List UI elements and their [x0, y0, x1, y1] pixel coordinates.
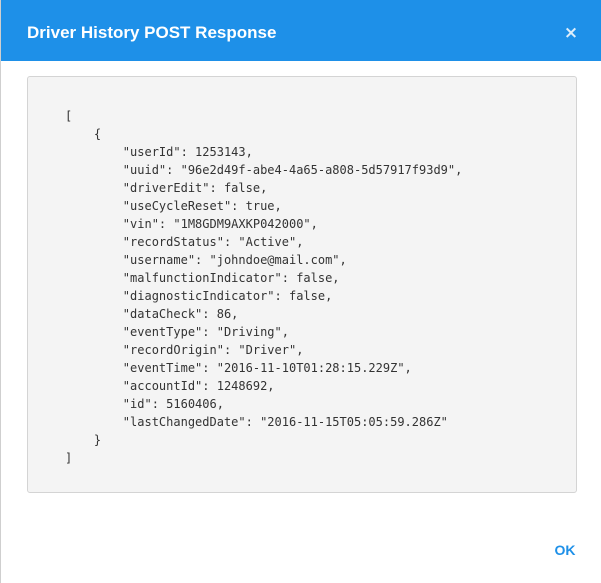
code-line: ] — [65, 451, 73, 465]
code-line: "useCycleReset": true, — [65, 199, 282, 213]
code-line: "eventType": "Driving", — [65, 325, 289, 339]
close-icon[interactable]: × — [560, 22, 582, 44]
code-line: "malfunctionIndicator": false, — [65, 271, 340, 285]
code-line: { — [65, 127, 102, 141]
code-line: "username": "johndoe@mail.com", — [65, 253, 347, 267]
code-line: "eventTime": "2016-11-10T01:28:15.229Z", — [65, 361, 412, 375]
response-json-text: [ { "userId": 1253143, "uuid": "96e2d49f… — [65, 107, 462, 467]
code-line: "diagnosticIndicator": false, — [65, 289, 333, 303]
code-line: "userId": 1253143, — [65, 145, 253, 159]
dialog-header: Driver History POST Response × — [1, 0, 601, 61]
code-line: [ — [65, 109, 73, 123]
code-line: "driverEdit": false, — [65, 181, 268, 195]
response-dialog: Driver History POST Response × [ { "user… — [0, 0, 601, 583]
response-code-block: [ { "userId": 1253143, "uuid": "96e2d49f… — [27, 76, 577, 493]
ok-button[interactable]: OK — [545, 539, 585, 561]
code-line: "recordStatus": "Active", — [65, 235, 304, 249]
dialog-title: Driver History POST Response — [27, 23, 277, 42]
code-line: "accountId": 1248692, — [65, 379, 275, 393]
code-line: "id": 5160406, — [65, 397, 224, 411]
code-line: "uuid": "96e2d49f-abe4-4a65-a808-5d57917… — [65, 163, 463, 177]
code-line: "recordOrigin": "Driver", — [65, 343, 304, 357]
code-line: "dataCheck": 86, — [65, 307, 239, 321]
code-line: "lastChangedDate": "2016-11-15T05:05:59.… — [65, 415, 448, 429]
code-line: } — [65, 433, 102, 447]
code-line: "vin": "1M8GDM9AXKP042000", — [65, 217, 318, 231]
